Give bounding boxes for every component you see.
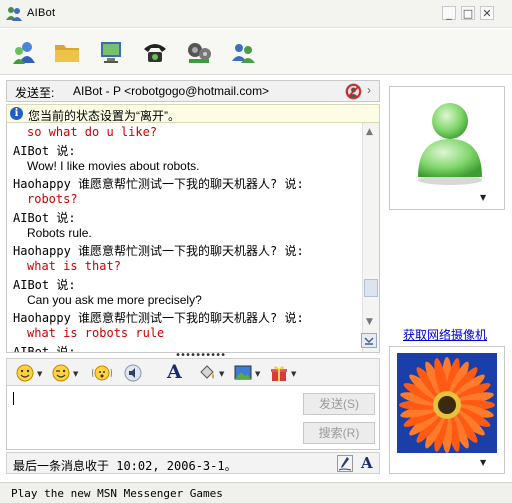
send-file-icon[interactable] <box>52 37 82 67</box>
last-message-timestamp: 最后一条消息收于 10:02, 2006-3-1。 <box>13 459 237 473</box>
send-button[interactable]: 发送(S) <box>303 393 375 415</box>
buddy-avatar-icon <box>418 103 482 185</box>
message-line: what is robots rule <box>27 326 165 340</box>
message-line: Can you ask me more precisely? <box>27 293 202 307</box>
status-notice: i 您当前的状态设置为“离开”。 <box>6 104 380 123</box>
invite-contact-icon[interactable] <box>10 37 40 67</box>
status-notice-text: 您当前的状态设置为“离开”。 <box>28 109 180 123</box>
chevron-down-icon[interactable]: ▼ <box>219 370 224 378</box>
flower-image <box>397 353 497 453</box>
nudge-icon[interactable] <box>91 363 113 383</box>
background-image-icon[interactable] <box>233 363 253 383</box>
message-line: Robots rule. <box>27 226 92 240</box>
main-toolbar <box>0 29 512 75</box>
message-line: what is that? <box>27 259 121 273</box>
window-title: AIBot <box>27 7 56 19</box>
message-line: AIBot 说: <box>13 278 76 292</box>
scroll-up-icon[interactable]: ▲ <box>366 127 373 137</box>
recipient-address: AIBot - P <robotgogo@hotmail.com> <box>73 84 270 98</box>
chevron-down-icon[interactable]: ▼ <box>480 193 486 202</box>
message-line: Wow! I like movies about robots. <box>27 159 200 173</box>
minimize-button[interactable]: _ <box>442 6 456 20</box>
msn-buddy-icon <box>6 7 22 21</box>
games-icon[interactable] <box>228 37 258 67</box>
text-caret <box>13 392 14 405</box>
message-line: AIBot 说: <box>13 211 76 225</box>
chevron-down-icon[interactable]: ▼ <box>37 370 42 378</box>
chevron-down-icon[interactable]: ▼ <box>480 458 486 467</box>
maximize-button[interactable]: □ <box>461 6 475 20</box>
get-webcam-link[interactable]: 获取网络摄像机 <box>403 326 487 343</box>
background-color-icon[interactable] <box>197 363 217 383</box>
font-icon[interactable]: A <box>167 361 182 383</box>
chevron-right-icon[interactable]: › <box>367 83 371 97</box>
message-line: robots? <box>27 192 78 206</box>
format-toolbar: ▼ ▼ A ▼ ▼ ▼ <box>6 358 380 386</box>
scroll-end-icon[interactable] <box>361 333 377 348</box>
status-bar: 最后一条消息收于 10:02, 2006-3-1。 A <box>6 452 380 474</box>
footer-bar: Play the new MSN Messenger Games <box>0 482 512 503</box>
message-line: Haohappy 谁愿意帮忙测试一下我的聊天机器人? 说: <box>13 244 304 258</box>
contact-display-picture[interactable] <box>389 86 505 210</box>
search-button[interactable]: 搜索(R) <box>303 422 375 444</box>
activities-icon[interactable] <box>184 37 214 67</box>
chevron-down-icon[interactable]: ▼ <box>73 370 78 378</box>
title-bar: AIBot _ □ ✕ <box>0 0 512 28</box>
chevron-down-icon[interactable]: ▼ <box>291 370 296 378</box>
emoticon-icon[interactable] <box>15 363 35 383</box>
block-contact-icon[interactable] <box>345 83 362 100</box>
message-line: AIBot 说: <box>13 144 76 158</box>
chevron-down-icon[interactable]: ▼ <box>255 370 260 378</box>
message-line: Haohappy 谁愿意帮忙测试一下我的聊天机器人? 说: <box>13 311 304 325</box>
gift-icon[interactable] <box>269 363 289 383</box>
video-icon[interactable] <box>96 37 126 67</box>
close-button[interactable]: ✕ <box>480 6 494 20</box>
voice-clip-icon[interactable] <box>123 363 143 383</box>
my-display-picture[interactable] <box>389 346 505 474</box>
message-line: Haohappy 谁愿意帮忙测试一下我的聊天机器人? 说: <box>13 177 304 191</box>
font-icon[interactable]: A <box>361 454 373 472</box>
wink-icon[interactable] <box>51 363 71 383</box>
conversation-history[interactable]: so what do u like? AIBot 说: Wow! I like … <box>6 123 380 353</box>
handwriting-icon[interactable] <box>337 455 353 472</box>
scroll-down-icon[interactable]: ▼ <box>366 317 373 327</box>
message-line: AIBot 说: <box>13 345 76 353</box>
recipient-bar: 发送至: AIBot - P <robotgogo@hotmail.com> › <box>6 80 380 102</box>
message-input[interactable]: 发送(S) 搜索(R) <box>6 386 380 450</box>
games-promo-link[interactable]: Play the new MSN Messenger Games <box>11 487 223 500</box>
recipient-label: 发送至: <box>15 86 55 100</box>
info-icon: i <box>10 107 23 120</box>
voice-call-icon[interactable] <box>140 37 170 67</box>
scroll-thumb[interactable] <box>364 279 378 297</box>
conversation-scrollbar[interactable]: ▲ ▼ <box>362 123 379 352</box>
message-line: so what do u like? <box>27 125 158 139</box>
